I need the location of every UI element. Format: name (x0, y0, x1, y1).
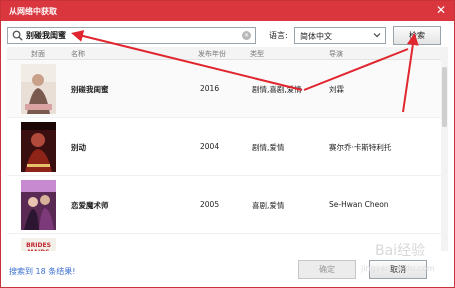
watermark-logo: Bai经验 jingyan.baidu.com (360, 243, 435, 273)
header-cover: 封面 (31, 50, 45, 58)
cell-name: 别碰我闺蜜 (71, 85, 109, 94)
cell-name: 别动 (71, 143, 86, 152)
svg-text:BRIDES: BRIDES (26, 242, 51, 249)
search-button[interactable]: 检索 (393, 26, 441, 45)
cell-genre: 剧情,爱情 (252, 143, 285, 152)
header-name: 名称 (71, 50, 85, 58)
cell-genre: 喜剧,爱情 (252, 201, 285, 210)
poster-thumbnail (21, 122, 56, 172)
scrollbar[interactable] (441, 47, 448, 251)
table-header: 封面 名称 发布年份 类型 导演 (7, 47, 441, 60)
table-row[interactable]: 别碰我闺蜜 2016 剧情,喜剧,爱情 刘霖 (7, 60, 441, 118)
language-label: 语言: (269, 31, 288, 40)
search-icon (12, 30, 23, 41)
results-table: 别碰我闺蜜 2016 剧情,喜剧,爱情 刘霖 别动 2004 剧情,爱情 赛尔乔… (7, 60, 441, 251)
table-row[interactable]: 别动 2004 剧情,爱情 赛尔乔·卡斯特利托 (7, 118, 441, 176)
cell-director: Se-Hwan Cheon (329, 200, 389, 209)
header-genre: 类型 (250, 50, 264, 58)
cell-year: 2016 (200, 84, 220, 93)
watermark-brand: Bai经验 (375, 243, 425, 259)
chevron-down-icon (373, 33, 381, 38)
scrollbar-thumb[interactable] (442, 67, 447, 127)
cell-director: 赛尔乔·卡斯特利托 (329, 143, 392, 152)
close-icon[interactable]: ✕ (434, 3, 448, 17)
clear-search-icon[interactable]: ✕ (242, 31, 251, 40)
svg-text:MAIDS: MAIDS (27, 249, 49, 251)
cell-genre: 剧情,喜剧,爱情 (252, 85, 302, 94)
search-field[interactable]: ✕ (7, 27, 256, 44)
cell-director: 刘霖 (329, 85, 344, 94)
table-row[interactable]: 恋爱魔术师 2005 喜剧,爱情 Se-Hwan Cheon (7, 176, 441, 234)
poster-thumbnail (21, 64, 56, 114)
cell-year: 2005 (200, 200, 220, 209)
poster-thumbnail (21, 180, 56, 230)
title-bar: 从网络中获取 ✕ (1, 1, 454, 21)
header-director: 导演 (329, 50, 343, 58)
cell-name: 恋爱魔术师 (71, 201, 109, 210)
result-count-text: 搜索到 18 条结果! (9, 267, 76, 276)
header-year: 发布年份 (198, 50, 226, 58)
watermark-url: jingyan.baidu.com (360, 264, 435, 273)
poster-thumbnail: BRIDES MAIDS (21, 238, 56, 251)
language-value: 简体中文 (300, 32, 332, 41)
language-select[interactable]: 简体中文 (294, 27, 386, 44)
cell-year: 2004 (200, 142, 220, 151)
window-title: 从网络中获取 (9, 7, 57, 16)
dialog-window: 从网络中获取 ✕ ✕ 语言: 简体中文 检索 封面 名称 发布年份 类型 导演 (0, 0, 455, 288)
search-input[interactable] (26, 28, 236, 43)
